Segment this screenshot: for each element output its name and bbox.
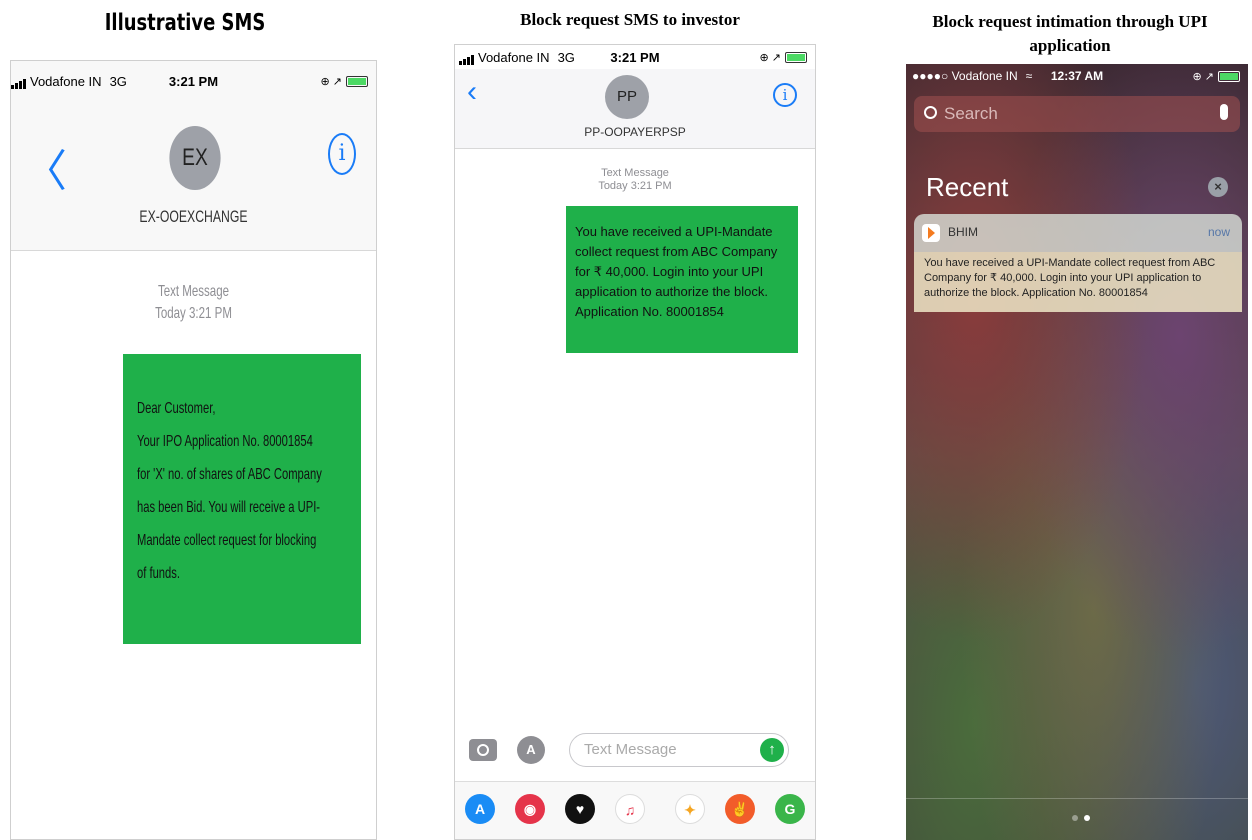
caption-block-request-sms: Block request SMS to investor [520,10,740,29]
contact-name: EX-OOEXCHANGE [139,207,248,226]
message-line: Dear Customer, [137,400,216,417]
animoji-app-icon[interactable]: ✌ [725,794,755,824]
bhim-notification[interactable]: BHIM now You have received a UPI-Mandate… [914,214,1242,322]
camera-icon[interactable] [469,739,497,761]
status-bar: Vodafone IN 3G 3:21 PM ⊕ ↗ [11,69,376,93]
search-field[interactable]: Search [914,96,1240,132]
message-line: Your IPO Application No. 80001854 [137,433,313,450]
notification-body: You have received a UPI-Mandate collect … [914,252,1242,312]
location-icon: ⊕ ↗ [759,52,782,64]
conversation-header: ‹ PP i PP-OOPAYERPSP [455,69,815,149]
conversation-header: Vodafone IN 3G 3:21 PM ⊕ ↗ 〈 EX i EX-OOE… [11,61,376,251]
back-chevron-icon[interactable]: ‹ [467,75,477,109]
back-chevron-icon[interactable]: 〈 [23,135,67,199]
digital-touch-app-icon[interactable]: ♥ [565,794,595,824]
phone-block-request-sms: Vodafone IN 3G 3:21 PM ⊕ ↗ ‹ PP i PP-OOP… [454,44,816,840]
close-circle-icon[interactable]: × [1208,177,1228,197]
app-store-icon[interactable]: A [517,736,545,764]
contact-name: PP-OOPAYERPSP [584,125,686,139]
notification-header: BHIM now [914,214,1242,252]
avatar[interactable]: PP [605,75,649,119]
location-icon: ⊕ ↗ [1192,71,1215,83]
battery-icon [346,76,368,87]
notification-time: now [1207,225,1230,239]
app-store-app-icon[interactable]: A [465,794,495,824]
caption-illustrative-sms: Illustrative SMS [104,10,266,36]
phone-illustrative-sms: Vodafone IN 3G 3:21 PM ⊕ ↗ 〈 EX i EX-OOE… [10,60,377,840]
message-input[interactable]: Text Message ↑ [569,733,789,767]
maps-app-icon[interactable]: G [775,794,805,824]
page-indicator-bar [906,798,1248,840]
photos-app-icon[interactable]: ✦ [675,794,705,824]
info-icon[interactable]: i [328,133,356,175]
message-time-label: Today 3:21 PM [598,180,672,192]
message-bubble[interactable]: You have received a UPI-Mandate collect … [566,206,798,353]
microphone-icon[interactable] [1220,104,1228,120]
send-arrow-icon[interactable]: ↑ [760,738,784,762]
avatar[interactable]: EX [169,126,221,190]
search-icon [924,106,937,119]
message-line: for 'X' no. of shares of ABC Company [137,466,322,483]
status-bar: ●●●●○ Vodafone IN ≈ 12:37 AM ⊕ ↗ [906,64,1248,88]
caption-block-request-upi: Block request intimation through UPI app… [932,12,1208,55]
status-bar: Vodafone IN 3G 3:21 PM ⊕ ↗ [455,45,815,69]
battery-icon [1218,71,1240,82]
message-line: Mandate collect request for blocking [137,532,317,549]
message-type-label: Text Message [157,283,230,300]
message-type-label: Text Message [601,167,669,179]
recent-heading: Recent [926,172,1009,202]
music-app-icon[interactable]: ♫ [615,794,645,824]
phone-notification-center: ●●●●○ Vodafone IN ≈ 12:37 AM ⊕ ↗ Search … [906,64,1248,840]
message-line: has been Bid. You will receive a UPI- [137,499,321,516]
message-input-placeholder: Text Message [584,741,677,758]
battery-icon [785,52,807,63]
info-icon[interactable]: i [773,83,797,107]
location-icon: ⊕ ↗ [320,76,343,88]
search-placeholder: Search [944,104,998,123]
bhim-logo-icon [922,224,940,242]
notification-app-name: BHIM [948,225,978,239]
message-input-bar: A Text Message ↑ [455,731,815,775]
message-line: of funds. [137,565,180,582]
message-time-label: Today 3:21 PM [155,305,232,322]
page-dots [1072,815,1090,821]
message-bubble[interactable]: Dear Customer, Your IPO Application No. … [123,354,361,644]
message-timestamp: Text Message Today 3:21 PM [62,281,325,325]
message-timestamp: Text Message Today 3:21 PM [455,167,815,193]
imessage-app-drawer: A ◉ ♥ ♫ ✦ ✌ G [455,781,815,839]
images-search-app-icon[interactable]: ◉ [515,794,545,824]
